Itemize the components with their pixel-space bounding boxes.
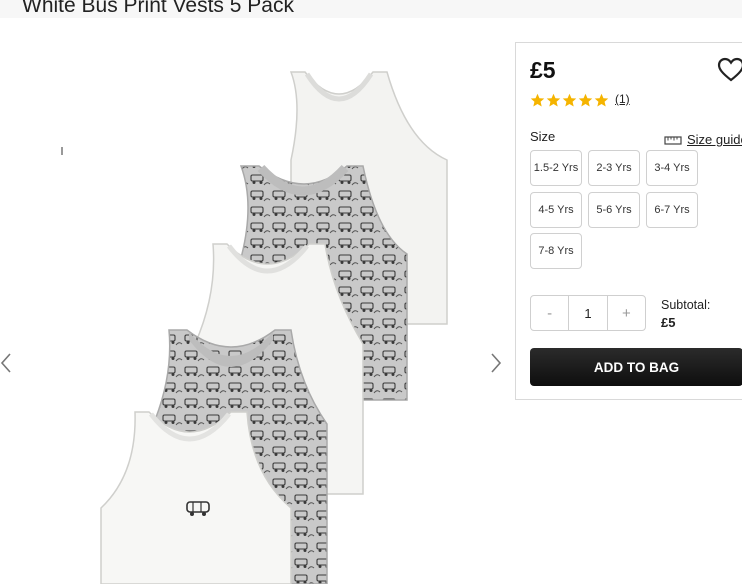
size-option[interactable]: 3-4 Yrs (646, 150, 698, 186)
heart-outline-icon (717, 57, 742, 82)
decrement-button[interactable]: - (531, 296, 568, 330)
add-to-bag-button[interactable]: ADD TO BAG (530, 348, 742, 386)
star-icon (546, 93, 561, 107)
quantity-stepper: - 1 + (530, 295, 646, 331)
gallery-marker (61, 147, 63, 155)
title-bar: White Bus Print Vests 5 Pack (0, 0, 742, 18)
quantity-value[interactable]: 1 (568, 296, 608, 330)
subtotal-label: Subtotal: (661, 298, 711, 312)
subtotal-value: £5 (661, 315, 676, 330)
add-to-wishlist-button[interactable] (717, 57, 742, 83)
star-icon (562, 93, 577, 107)
size-option[interactable]: 2-3 Yrs (588, 150, 640, 186)
chevron-right-icon (491, 353, 502, 373)
rating-stars (530, 93, 609, 108)
star-icon (594, 93, 609, 107)
product-price: £5 (530, 57, 556, 83)
review-count-link[interactable]: (1) (615, 92, 630, 106)
prev-image-button[interactable] (0, 348, 18, 378)
size-option[interactable]: 4-5 Yrs (530, 192, 582, 228)
purchase-panel: £5 (1) Size Size guide 1.5-2 Yrs 2-3 Yrs… (515, 42, 742, 400)
size-option[interactable]: 7-8 Yrs (530, 233, 582, 269)
size-option[interactable]: 5-6 Yrs (588, 192, 640, 228)
star-icon (578, 93, 593, 107)
chevron-left-icon (0, 353, 11, 373)
product-image (100, 71, 448, 584)
size-guide-label: Size guide (687, 132, 742, 147)
next-image-button[interactable] (484, 348, 508, 378)
size-option[interactable]: 1.5-2 Yrs (530, 150, 582, 186)
size-guide-link[interactable]: Size guide (664, 132, 742, 147)
size-option[interactable]: 6-7 Yrs (646, 192, 698, 228)
product-title: White Bus Print Vests 5 Pack (22, 0, 294, 17)
size-label: Size (530, 129, 556, 144)
increment-button[interactable]: + (608, 296, 645, 330)
product-image-gallery[interactable] (0, 22, 502, 584)
star-icon (530, 93, 545, 107)
ruler-icon (664, 135, 682, 145)
